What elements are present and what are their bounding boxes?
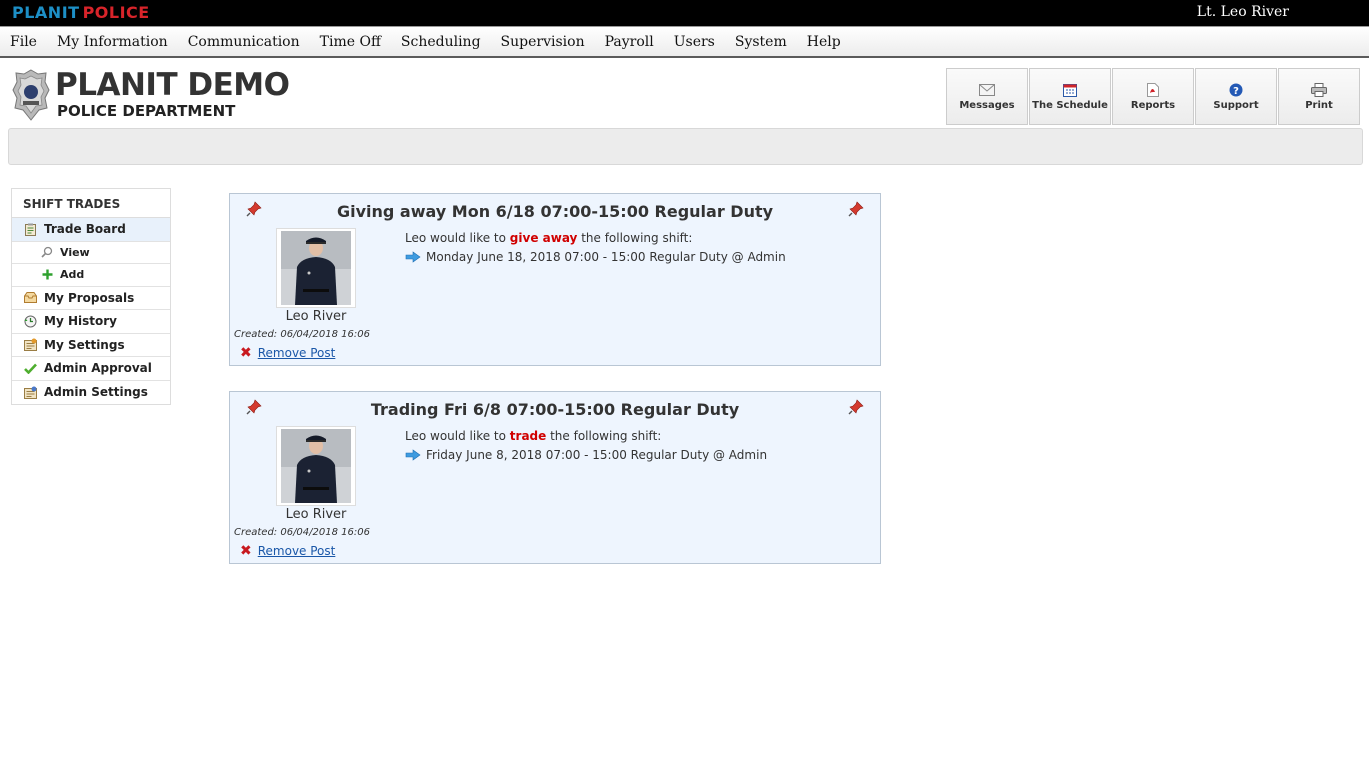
menu-file[interactable]: File xyxy=(10,34,37,50)
trade-post: Giving away Mon 6/18 07:00-15:00 Regular… xyxy=(229,193,881,366)
svg-text:?: ? xyxy=(1233,86,1239,97)
post-title: Giving away Mon 6/18 07:00-15:00 Regular… xyxy=(336,202,774,221)
post-title: Trading Fri 6/8 07:00-15:00 Regular Duty xyxy=(370,400,740,419)
officer-name: Leo River xyxy=(285,309,347,324)
police-badge-icon xyxy=(12,69,50,121)
menu-communication[interactable]: Communication xyxy=(188,34,300,50)
sidebar-item-my-history[interactable]: My History xyxy=(12,310,170,334)
sidebar-item-label: My Proposals xyxy=(44,290,135,305)
remove-post-button[interactable]: ✖ Remove Post xyxy=(240,544,335,558)
sidebar-item-label: Admin Approval xyxy=(44,361,152,376)
remove-post-button[interactable]: ✖ Remove Post xyxy=(240,346,335,360)
sidebar-item-label: Trade Board xyxy=(44,222,126,237)
menu-time-off[interactable]: Time Off xyxy=(320,34,381,50)
sidebar: SHIFT TRADES Trade Board View Add My Pro… xyxy=(11,188,171,405)
trade-action: give away xyxy=(509,231,578,245)
messages-button[interactable]: Messages xyxy=(946,68,1028,125)
sidebar-item-my-proposals[interactable]: My Proposals xyxy=(12,287,170,310)
shift-details: Monday June 18, 2018 07:00 - 15:00 Regul… xyxy=(405,250,786,264)
support-button[interactable]: ? Support xyxy=(1195,68,1277,125)
admin-settings-icon xyxy=(23,385,37,399)
user-name[interactable]: Lt. Leo River xyxy=(1197,4,1289,20)
sidebar-item-my-settings[interactable]: My Settings xyxy=(12,334,170,357)
post-message: Leo would like to give away the followin… xyxy=(405,231,693,245)
created-timestamp: Created: 06/04/2018 16:06 xyxy=(234,527,370,538)
page-title: PLANIT DEMO xyxy=(55,67,290,103)
printer-icon xyxy=(1311,82,1327,98)
trade-post: Trading Fri 6/8 07:00-15:00 Regular Duty… xyxy=(229,391,881,564)
pdf-icon xyxy=(1145,82,1161,98)
sidebar-heading: SHIFT TRADES xyxy=(12,189,170,218)
clipboard-icon xyxy=(23,222,37,236)
calendar-icon xyxy=(1062,82,1078,98)
remove-post-link[interactable]: Remove Post xyxy=(258,346,336,360)
schedule-button[interactable]: The Schedule xyxy=(1029,68,1111,125)
plus-icon xyxy=(40,269,54,280)
planit-police-logo[interactable]: PLANIT POLICE xyxy=(12,2,150,22)
checkmark-icon xyxy=(23,361,37,375)
sidebar-item-label: My Settings xyxy=(44,337,125,352)
officer-photo xyxy=(276,228,356,308)
secondary-bar xyxy=(8,128,1363,165)
sidebar-item-add[interactable]: Add xyxy=(12,264,170,287)
remove-post-link[interactable]: Remove Post xyxy=(258,544,336,558)
print-button[interactable]: Print xyxy=(1278,68,1360,125)
magnifier-icon xyxy=(40,246,54,258)
quick-toolbar: Messages The Schedule Reports ? Support … xyxy=(946,68,1360,125)
top-bar: PLANIT POLICE Lt. Leo River xyxy=(0,0,1369,26)
sidebar-item-label: Add xyxy=(60,268,85,282)
reports-button[interactable]: Reports xyxy=(1112,68,1194,125)
officer-photo xyxy=(276,426,356,506)
menu-my-information[interactable]: My Information xyxy=(57,34,168,50)
menu-supervision[interactable]: Supervision xyxy=(501,34,585,50)
created-timestamp: Created: 06/04/2018 16:06 xyxy=(234,329,370,340)
sidebar-item-label: View xyxy=(60,245,90,259)
sidebar-item-admin-approval[interactable]: Admin Approval xyxy=(12,357,170,381)
menu-bar: File My Information Communication Time O… xyxy=(0,26,1369,58)
arrow-right-icon xyxy=(405,449,421,461)
sidebar-item-label: My History xyxy=(44,314,117,329)
arrow-right-icon xyxy=(405,251,421,263)
page-subtitle: POLICE DEPARTMENT xyxy=(57,102,236,120)
settings-icon xyxy=(23,338,37,352)
sidebar-item-admin-settings[interactable]: Admin Settings xyxy=(12,381,170,405)
menu-payroll[interactable]: Payroll xyxy=(605,34,654,50)
delete-icon: ✖ xyxy=(240,543,252,559)
help-icon: ? xyxy=(1228,82,1244,98)
sidebar-item-label: Admin Settings xyxy=(44,385,148,400)
menu-scheduling[interactable]: Scheduling xyxy=(401,34,481,50)
menu-users[interactable]: Users xyxy=(674,34,715,50)
pin-icon[interactable] xyxy=(848,201,864,217)
sidebar-item-trade-board[interactable]: Trade Board xyxy=(12,218,170,242)
delete-icon: ✖ xyxy=(240,345,252,361)
shift-details: Friday June 8, 2018 07:00 - 15:00 Regula… xyxy=(405,448,767,462)
menu-system[interactable]: System xyxy=(735,34,787,50)
envelope-icon xyxy=(979,82,995,98)
history-icon xyxy=(23,314,37,328)
menu-help[interactable]: Help xyxy=(807,34,841,50)
post-message: Leo would like to trade the following sh… xyxy=(405,429,662,443)
inbox-icon xyxy=(23,291,37,305)
officer-name: Leo River xyxy=(285,507,347,522)
sidebar-item-view[interactable]: View xyxy=(12,242,170,264)
pin-icon[interactable] xyxy=(848,399,864,415)
trade-action: trade xyxy=(509,429,547,443)
